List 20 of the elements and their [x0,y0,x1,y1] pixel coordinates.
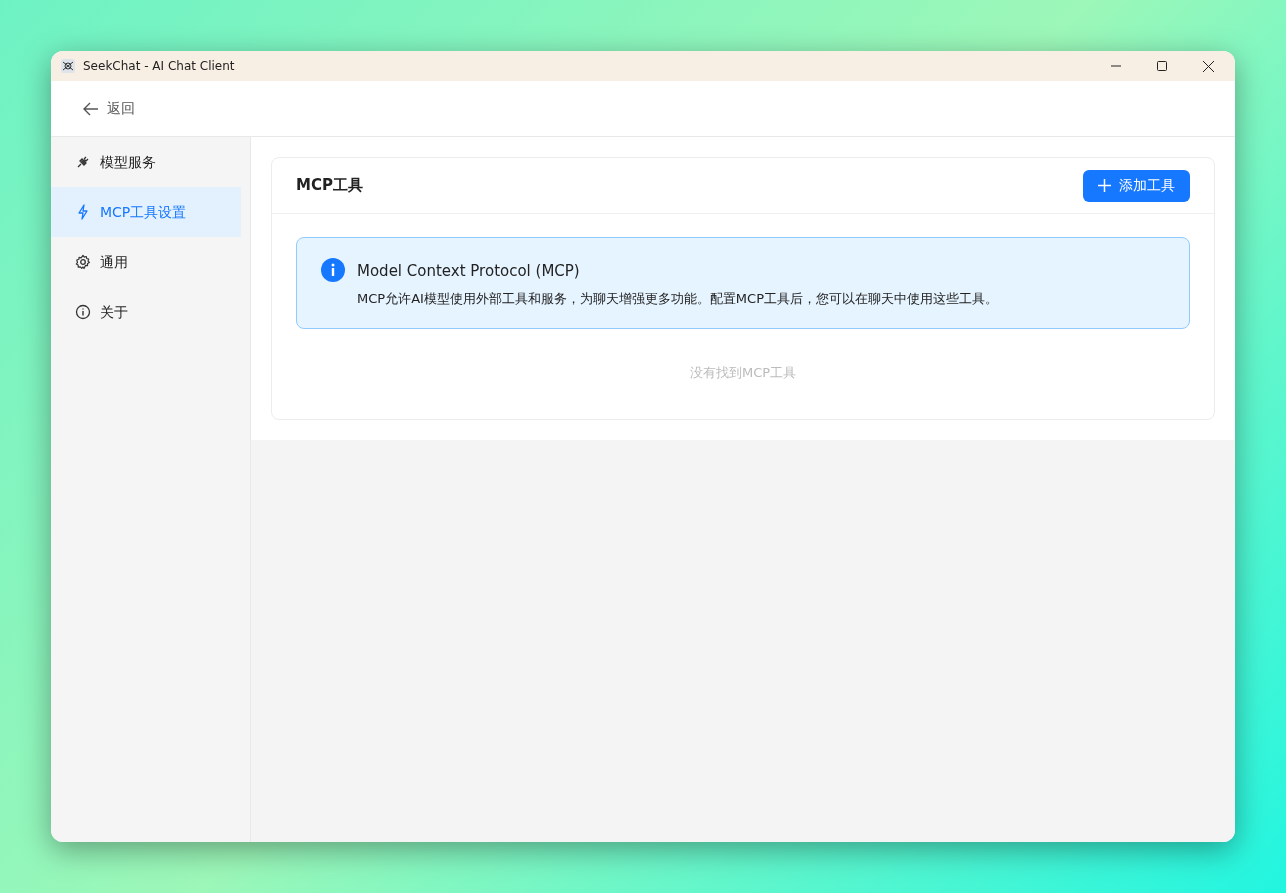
sidebar-item[interactable]: MCP工具设置 [51,187,241,237]
empty-message: 没有找到MCP工具 [689,365,797,380]
sidebar-item[interactable]: 模型服务 [51,137,241,187]
app-icon [61,59,75,73]
sidebar-item[interactable]: 关于 [51,287,241,337]
panel-title: MCP工具 [296,175,363,197]
window-title: SeekChat - AI Chat Client [83,58,236,75]
info-icon [321,258,345,282]
plug-icon [75,154,91,170]
back-button[interactable]: 返回 [81,96,137,121]
add-tool-button[interactable]: 添加工具 [1083,169,1190,202]
close-icon [1202,60,1214,72]
maximize-icon [1157,61,1167,71]
alert-title: Model Context Protocol (MCP) [357,261,581,282]
plus-icon [1098,179,1111,192]
gear-icon [75,254,91,270]
alert-text: MCP允许AI模型使用外部工具和服务，为聊天增强更多功能。配置MCP工具后，您可以在聊天中使用这些工具。 [357,289,998,308]
sidebar-item[interactable]: 通用 [51,237,241,287]
info-circle-icon [75,304,91,320]
back-arrow-icon [83,101,99,116]
